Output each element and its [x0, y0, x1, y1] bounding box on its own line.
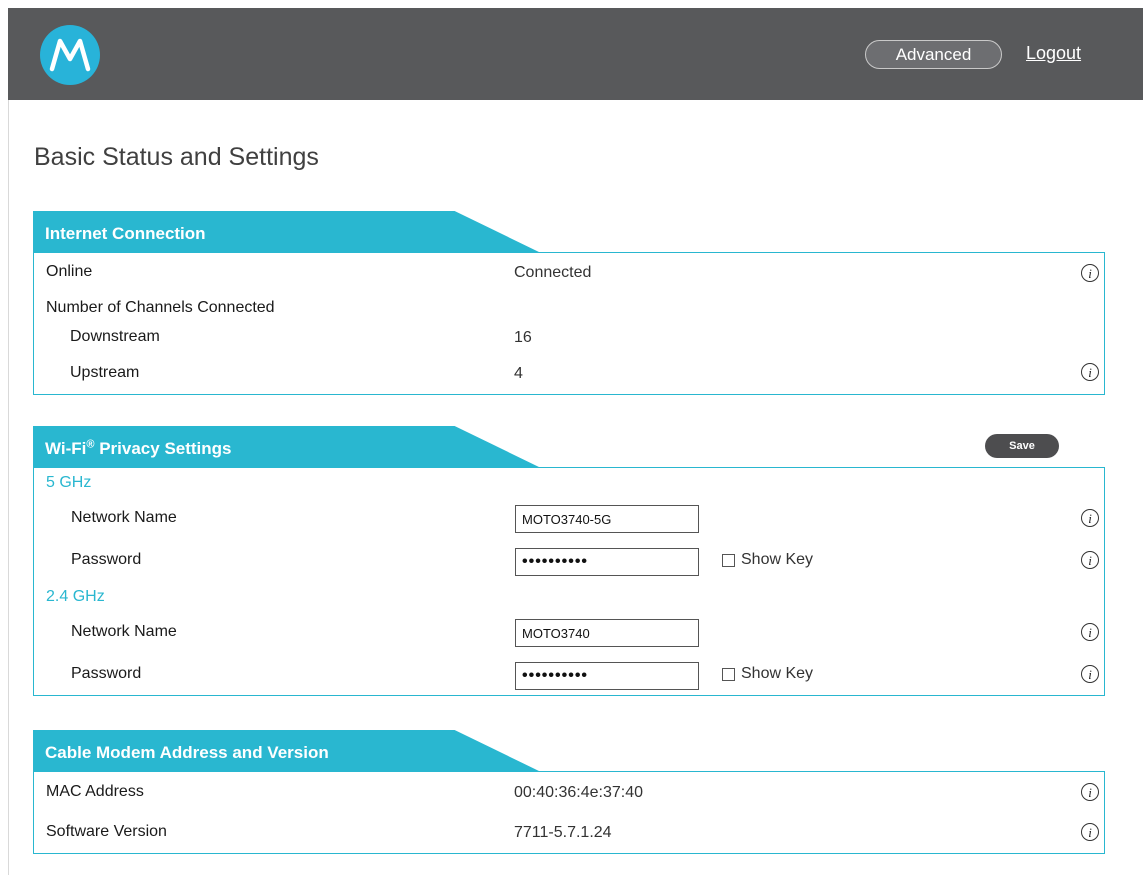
wifi-title: Wi-Fi [45, 439, 87, 458]
wifi-title-rest: Privacy Settings [94, 439, 232, 458]
band-24ghz-label: 2.4 GHz [46, 588, 105, 605]
advanced-button[interactable]: Advanced [865, 40, 1002, 69]
page-title: Basic Status and Settings [34, 143, 319, 171]
online-value: Connected [514, 264, 592, 281]
page-left-border [8, 100, 9, 875]
mac-address-value: 00:40:36:4e:37:40 [514, 784, 644, 801]
network-name-24ghz-info-icon[interactable]: i [1081, 623, 1099, 641]
network-name-5ghz-info-icon[interactable]: i [1081, 509, 1099, 527]
internet-connection-header: Internet Connection [33, 211, 541, 253]
show-key-24ghz-label: Show Key [741, 665, 814, 682]
wifi-privacy-header: Wi-Fi® Privacy Settings [33, 426, 541, 468]
mac-address-info-icon[interactable]: i [1081, 783, 1099, 801]
network-name-24ghz-label: Network Name [71, 623, 177, 640]
online-info-icon[interactable]: i [1081, 264, 1099, 282]
show-key-5ghz-checkbox[interactable] [722, 554, 735, 567]
band-5ghz-label: 5 GHz [46, 474, 92, 491]
password-24ghz-input[interactable] [515, 662, 699, 690]
show-key-24ghz-checkbox[interactable] [722, 668, 735, 681]
network-name-5ghz-label: Network Name [71, 509, 177, 526]
password-24ghz-info-icon[interactable]: i [1081, 665, 1099, 683]
logout-link[interactable]: Logout [1026, 43, 1081, 64]
online-label: Online [46, 263, 93, 280]
mac-address-label: MAC Address [46, 783, 144, 800]
cable-modem-header: Cable Modem Address and Version [33, 730, 541, 772]
downstream-value: 16 [514, 329, 532, 346]
password-5ghz-info-icon[interactable]: i [1081, 551, 1099, 569]
save-button[interactable]: Save [985, 434, 1059, 458]
downstream-label: Downstream [70, 328, 160, 345]
password-5ghz-label: Password [71, 551, 142, 568]
channels-connected-label: Number of Channels Connected [46, 299, 275, 316]
software-version-info-icon[interactable]: i [1081, 823, 1099, 841]
channels-info-icon[interactable]: i [1081, 363, 1099, 381]
upstream-label: Upstream [70, 364, 140, 381]
software-version-value: 7711-5.7.1.24 [514, 824, 612, 841]
top-navigation-bar: Advanced Logout [8, 8, 1143, 100]
motorola-logo-icon [40, 25, 100, 85]
network-name-5ghz-input[interactable] [515, 505, 699, 533]
software-version-label: Software Version [46, 823, 167, 840]
registered-mark: ® [86, 438, 95, 451]
network-name-24ghz-input[interactable] [515, 619, 699, 647]
password-24ghz-label: Password [71, 665, 142, 682]
password-5ghz-input[interactable] [515, 548, 699, 576]
show-key-5ghz-label: Show Key [741, 551, 814, 568]
upstream-value: 4 [514, 365, 523, 382]
